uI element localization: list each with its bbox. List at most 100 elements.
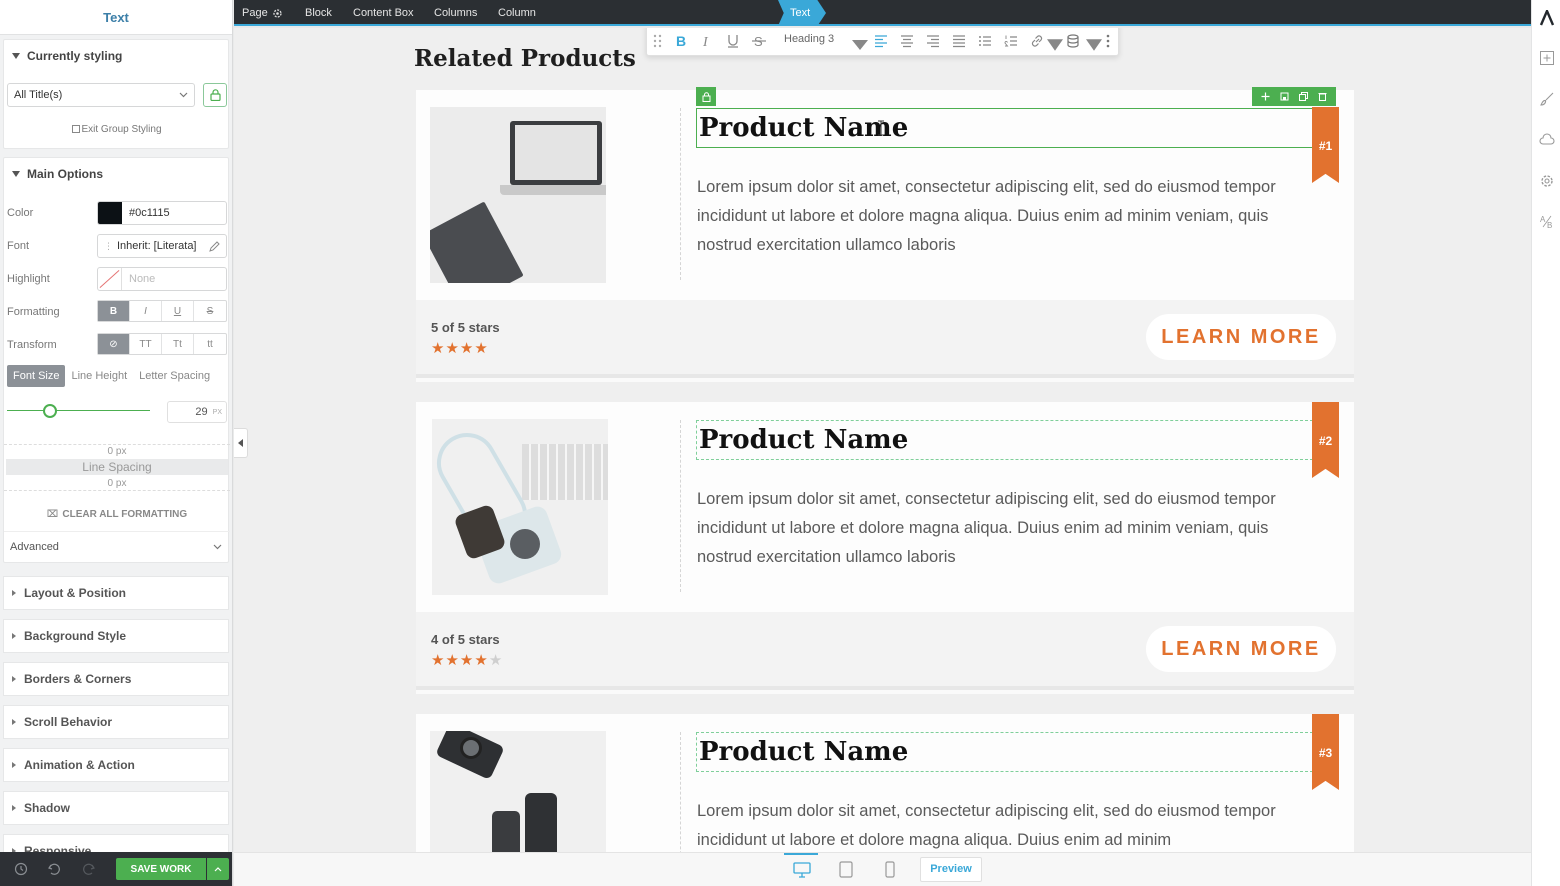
breadcrumb-page[interactable]: Page bbox=[242, 0, 268, 26]
tab-font-size[interactable]: Font Size bbox=[7, 365, 66, 387]
line-spacing-label[interactable]: Line Spacing bbox=[6, 459, 228, 475]
product-image-phones[interactable] bbox=[430, 731, 606, 852]
element-tools bbox=[1252, 87, 1336, 106]
section-scroll-behavior[interactable]: Scroll Behavior bbox=[3, 705, 229, 739]
element-lock-tag[interactable] bbox=[696, 87, 716, 106]
align-right-icon[interactable] bbox=[925, 33, 941, 49]
collapse-sidebar-button[interactable] bbox=[234, 428, 248, 458]
highlight-row: Highlight None bbox=[4, 267, 232, 291]
save-options-button[interactable] bbox=[207, 858, 229, 880]
formatting-label: Formatting bbox=[7, 306, 60, 318]
font-size-input[interactable]: 29 PX bbox=[167, 401, 227, 423]
product-image-laptop[interactable] bbox=[430, 107, 606, 283]
font-size-slider[interactable] bbox=[7, 404, 150, 418]
move-icon[interactable] bbox=[1261, 92, 1270, 101]
tablet-icon[interactable] bbox=[839, 861, 853, 878]
drag-handle-icon[interactable] bbox=[650, 33, 666, 49]
align-center-icon[interactable] bbox=[899, 33, 915, 49]
section-shadow[interactable]: Shadow bbox=[3, 791, 229, 825]
section-animation-action[interactable]: Animation & Action bbox=[3, 748, 229, 782]
spacing-top-value[interactable]: 0 px bbox=[4, 444, 230, 457]
align-justify-icon[interactable] bbox=[951, 33, 967, 49]
capitalize-toggle[interactable]: Tt bbox=[162, 334, 194, 354]
color-field[interactable]: #0c1115 bbox=[97, 201, 227, 225]
no-color-swatch-icon[interactable] bbox=[98, 268, 122, 290]
underline-toggle[interactable]: U bbox=[162, 301, 194, 321]
product-description[interactable]: Lorem ipsum dolor sit amet, consectetur … bbox=[697, 797, 1287, 852]
breadcrumb-text[interactable]: Text bbox=[778, 0, 826, 26]
uppercase-toggle[interactable]: TT bbox=[130, 334, 162, 354]
strikethrough-icon[interactable]: S bbox=[751, 33, 767, 49]
align-left-icon[interactable] bbox=[873, 33, 889, 49]
section-title[interactable]: Related Products bbox=[414, 45, 636, 72]
duplicate-icon[interactable] bbox=[1299, 92, 1308, 101]
tab-letter-spacing[interactable]: Letter Spacing bbox=[133, 365, 210, 387]
product-image-camera[interactable] bbox=[432, 419, 608, 595]
redo-icon[interactable] bbox=[82, 862, 96, 876]
clear-formatting-button[interactable]: ⌧ CLEAR ALL FORMATTING bbox=[4, 509, 230, 520]
bold-toggle[interactable]: B bbox=[98, 301, 130, 321]
link-icon[interactable] bbox=[1029, 33, 1045, 49]
breadcrumb-content-box[interactable]: Content Box bbox=[353, 0, 414, 26]
rank-ribbon: #3 bbox=[1312, 714, 1339, 790]
rating-text[interactable]: 5 of 5 stars bbox=[431, 320, 500, 335]
lock-button[interactable] bbox=[203, 83, 227, 107]
learn-more-button[interactable]: LEARN MORE bbox=[1146, 314, 1336, 360]
mobile-icon[interactable] bbox=[885, 861, 895, 878]
highlight-field[interactable]: None bbox=[97, 267, 227, 291]
section-background-style[interactable]: Background Style bbox=[3, 619, 229, 653]
underline-icon[interactable] bbox=[725, 33, 741, 49]
color-swatch[interactable] bbox=[98, 202, 122, 224]
database-icon[interactable] bbox=[1065, 33, 1081, 49]
transform-none-toggle[interactable]: ⊘ bbox=[98, 334, 130, 354]
more-options-icon[interactable] bbox=[1100, 33, 1116, 49]
rating-text[interactable]: 4 of 5 stars bbox=[431, 632, 500, 647]
styling-target-select[interactable]: All Title(s) bbox=[7, 83, 195, 107]
undo-icon[interactable] bbox=[47, 862, 61, 876]
numbered-list-icon[interactable] bbox=[1003, 33, 1019, 49]
exit-group-styling-link[interactable]: Exit Group Styling bbox=[4, 124, 230, 135]
slider-handle[interactable] bbox=[43, 404, 57, 418]
product-title[interactable]: Product Name bbox=[696, 420, 1313, 460]
brush-icon[interactable] bbox=[1539, 91, 1555, 107]
breadcrumb: Page Block Content Box Columns Column Te… bbox=[234, 0, 1531, 26]
desktop-icon[interactable] bbox=[793, 862, 811, 878]
bold-icon[interactable]: B bbox=[673, 33, 689, 49]
bullet-list-icon[interactable] bbox=[977, 33, 993, 49]
breadcrumb-column[interactable]: Column bbox=[498, 0, 536, 26]
breadcrumb-block[interactable]: Block bbox=[305, 0, 332, 26]
strikethrough-toggle[interactable]: S bbox=[194, 301, 226, 321]
currently-styling-header[interactable]: Currently styling bbox=[4, 40, 228, 72]
currently-styling-panel: Currently styling All Title(s) Exit Grou… bbox=[3, 39, 229, 149]
learn-more-button[interactable]: LEARN MORE bbox=[1146, 626, 1336, 672]
preview-button[interactable]: Preview bbox=[920, 857, 982, 882]
lowercase-toggle[interactable]: tt bbox=[194, 334, 226, 354]
advanced-dropdown[interactable]: Advanced bbox=[4, 531, 230, 561]
section-borders-corners[interactable]: Borders & Corners bbox=[3, 662, 229, 696]
gear-icon[interactable] bbox=[272, 8, 283, 19]
spacing-bottom-value[interactable]: 0 px bbox=[4, 478, 230, 491]
product-title[interactable]: Product Name bbox=[696, 108, 1313, 148]
cloud-icon[interactable] bbox=[1539, 132, 1555, 148]
tab-line-height[interactable]: Line Height bbox=[71, 365, 127, 387]
italic-icon[interactable]: I bbox=[699, 33, 715, 49]
heading-select[interactable]: Heading 3 bbox=[784, 33, 834, 45]
settings-gear-icon[interactable] bbox=[1539, 173, 1555, 189]
product-description[interactable]: Lorem ipsum dolor sit amet, consectetur … bbox=[697, 173, 1287, 260]
section-label: Animation & Action bbox=[24, 758, 135, 772]
section-label: Borders & Corners bbox=[24, 672, 132, 686]
history-icon[interactable] bbox=[14, 862, 28, 876]
add-element-icon[interactable] bbox=[1539, 50, 1555, 66]
product-description[interactable]: Lorem ipsum dolor sit amet, consectetur … bbox=[697, 485, 1287, 572]
section-layout-position[interactable]: Layout & Position bbox=[3, 576, 229, 610]
italic-toggle[interactable]: I bbox=[130, 301, 162, 321]
trash-icon[interactable] bbox=[1318, 92, 1327, 101]
ab-test-icon[interactable]: AB bbox=[1539, 213, 1555, 229]
main-options-header[interactable]: Main Options bbox=[4, 158, 228, 190]
save-icon[interactable] bbox=[1280, 92, 1289, 101]
font-field[interactable]: ⋮ Inherit: [Literata] bbox=[97, 234, 227, 258]
save-work-button[interactable]: SAVE WORK bbox=[116, 858, 206, 880]
breadcrumb-columns[interactable]: Columns bbox=[434, 0, 477, 26]
product-title[interactable]: Product Name bbox=[696, 732, 1313, 772]
pencil-icon[interactable] bbox=[209, 241, 220, 252]
